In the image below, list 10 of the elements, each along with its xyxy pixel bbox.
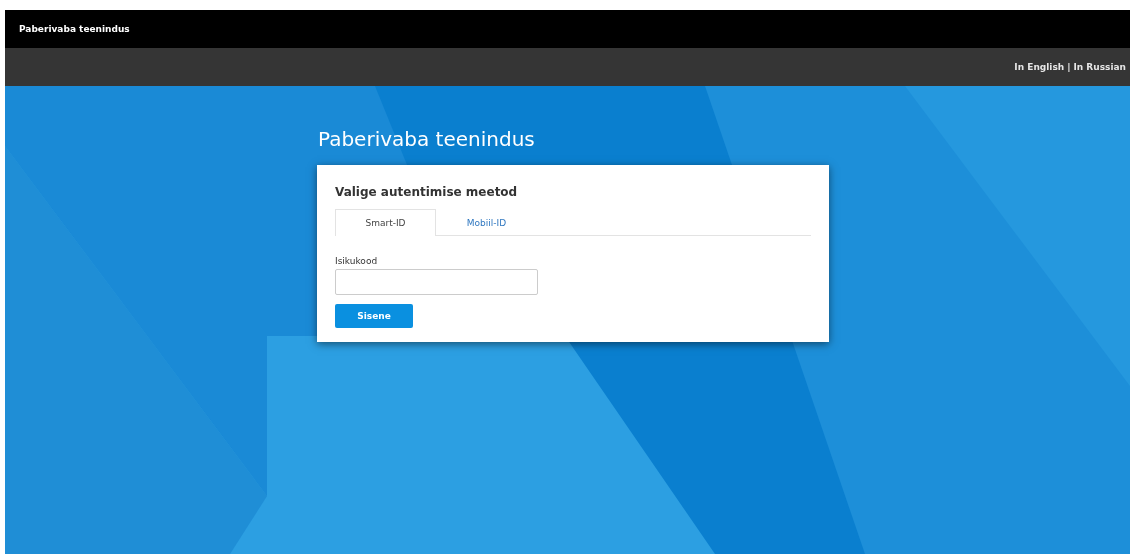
tab[interactable]: Mobiil-ID xyxy=(436,209,537,236)
language-link[interactable]: In English xyxy=(1014,62,1065,72)
site-title: Paberivaba teenindus xyxy=(19,24,130,34)
page-title: Paberivaba teenindus xyxy=(318,127,536,151)
separator: | xyxy=(1067,62,1071,72)
tab[interactable]: Smart-ID xyxy=(335,209,436,236)
card-heading: Valige autentimise meetod xyxy=(335,185,519,199)
language-link[interactable]: In Russian xyxy=(1073,62,1126,72)
input-field[interactable] xyxy=(335,269,538,295)
field-label: Isikukood xyxy=(335,256,379,266)
